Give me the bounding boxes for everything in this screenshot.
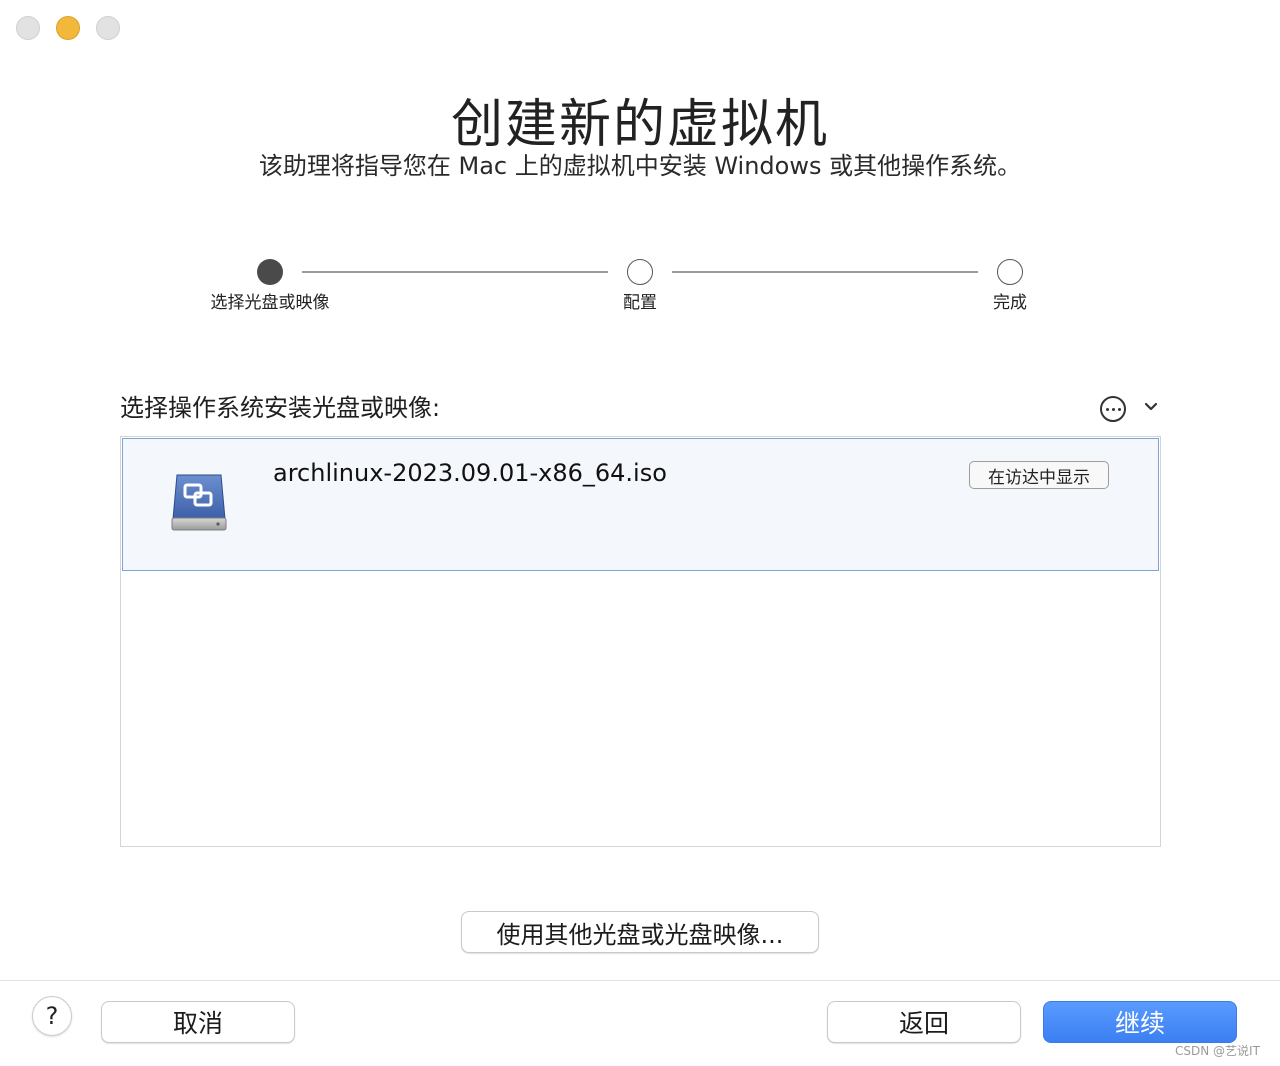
chevron-down-icon[interactable] [1142, 398, 1160, 416]
more-options-icon[interactable] [1100, 396, 1126, 422]
footer-divider [0, 980, 1280, 981]
step-label-configure: 配置 [623, 293, 657, 313]
zoom-window-icon[interactable] [96, 16, 120, 40]
minimize-window-icon[interactable] [56, 16, 80, 40]
step-label-select-disc: 选择光盘或映像 [210, 293, 330, 313]
step-connector [302, 271, 608, 273]
show-in-finder-button[interactable]: 在访达中显示 [969, 461, 1109, 489]
step-dot-pending [997, 259, 1023, 285]
source-list-label: 选择操作系统安装光盘或映像: [120, 394, 441, 422]
back-button[interactable]: 返回 [827, 1001, 1021, 1043]
progress-stepper: 选择光盘或映像 配置 完成 [0, 258, 1280, 318]
vm-assistant-window: 创建新的虚拟机 该助理将指导您在 Mac 上的虚拟机中安装 Windows 或其… [0, 0, 1280, 1066]
disk-image-icon [171, 474, 227, 531]
help-button[interactable]: ? [32, 996, 72, 1036]
list-item[interactable]: archlinux-2023.09.01-x86_64.iso 在访达中显示 [122, 438, 1159, 571]
step-dot-pending [627, 259, 653, 285]
use-other-disc-button[interactable]: 使用其他光盘或光盘映像... [461, 911, 819, 953]
step-label-finish: 完成 [993, 293, 1027, 313]
continue-button[interactable]: 继续 [1043, 1001, 1237, 1043]
iso-file-name: archlinux-2023.09.01-x86_64.iso [273, 459, 667, 487]
cancel-button[interactable]: 取消 [101, 1001, 295, 1043]
step-dot-active [257, 259, 283, 285]
step-connector [672, 271, 978, 273]
watermark: CSDN @艺说IT [1175, 1044, 1260, 1058]
install-source-list[interactable]: archlinux-2023.09.01-x86_64.iso 在访达中显示 [120, 436, 1161, 847]
close-window-icon[interactable] [16, 16, 40, 40]
page-subtitle: 该助理将指导您在 Mac 上的虚拟机中安装 Windows 或其他操作系统。 [258, 152, 1022, 180]
window-controls [16, 16, 120, 40]
